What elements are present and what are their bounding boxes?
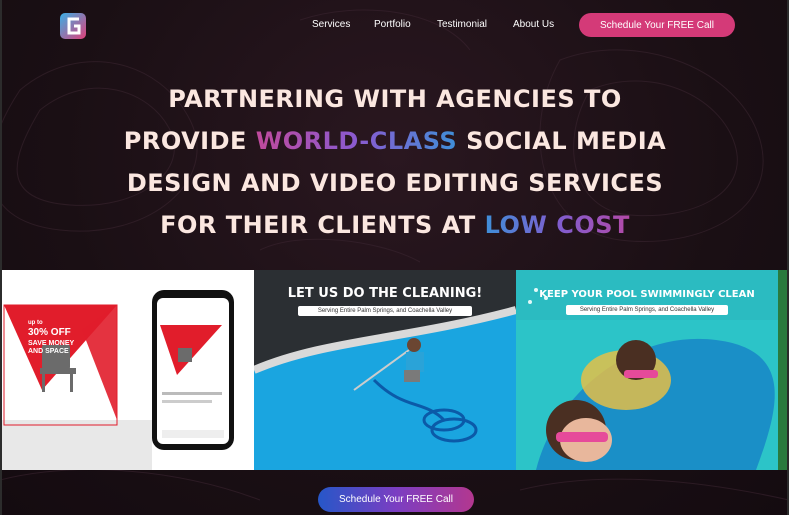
- offer-text: SAVE MONEY AND SPACE: [28, 340, 75, 355]
- portfolio-card-pool-cleaning[interactable]: LET US DO THE CLEANING! Serving Entire P…: [254, 270, 516, 470]
- schedule-call-button-header[interactable]: Schedule Your FREE Call: [579, 13, 735, 37]
- portfolio-card-furniture[interactable]: up to 30% OFF SAVE MONEY AND SPACE: [2, 270, 254, 470]
- schedule-call-button-bottom[interactable]: Schedule Your FREE Call: [318, 487, 474, 512]
- pool-cleaning-subtitle: Serving Entire Palm Springs, and Coachel…: [298, 306, 472, 316]
- offer-pre-text: up to: [28, 320, 43, 326]
- offer-percent: 30% OFF: [28, 327, 71, 338]
- hero-line-1: PARTNERING WITH AGENCIES TO: [168, 85, 622, 113]
- nav-portfolio[interactable]: Portfolio: [374, 19, 411, 33]
- kids-pool-image: [528, 288, 775, 470]
- hero-accent-world-class: WORLD-CLASS: [255, 127, 458, 155]
- hero-line-3: DESIGN AND VIDEO EDITING SERVICES: [126, 169, 664, 197]
- nav-testimonial[interactable]: Testimonial: [437, 19, 487, 33]
- brand-logo[interactable]: [58, 10, 90, 42]
- nav-services[interactable]: Services: [312, 19, 350, 33]
- hero-line-4: FOR THEIR CLIENTS AT LOW COST: [80, 204, 710, 246]
- hero-headline: PARTNERING WITH AGENCIES TO PROVIDE WORL…: [80, 78, 710, 246]
- hero-line-2-pre: PROVIDE: [123, 127, 256, 155]
- hero-accent-low-cost: LOW COST: [484, 211, 630, 239]
- portfolio-card-keep-pool-clean[interactable]: KEEP YOUR POOL SWIMMINGLY CLEAN Serving …: [516, 270, 778, 470]
- pool-cleaning-title: LET US DO THE CLEANING!: [287, 286, 483, 301]
- hero-line-4-pre: FOR THEIR CLIENTS AT: [160, 211, 485, 239]
- portfolio-carousel[interactable]: up to 30% OFF SAVE MONEY AND SPACE LET U…: [2, 270, 787, 470]
- nav-about-us[interactable]: About Us: [513, 19, 554, 33]
- portfolio-card-partial[interactable]: [778, 270, 787, 470]
- hero-line-2: PROVIDE WORLD-CLASS SOCIAL MEDIA: [80, 120, 710, 162]
- keep-pool-title: KEEP YOUR POOL SWIMMINGLY CLEAN: [539, 289, 755, 300]
- hero-line-2-post: SOCIAL MEDIA: [457, 127, 667, 155]
- furniture-ad-image: [2, 270, 254, 470]
- keep-pool-subtitle: Serving Entire Palm Springs, and Coachel…: [566, 305, 728, 315]
